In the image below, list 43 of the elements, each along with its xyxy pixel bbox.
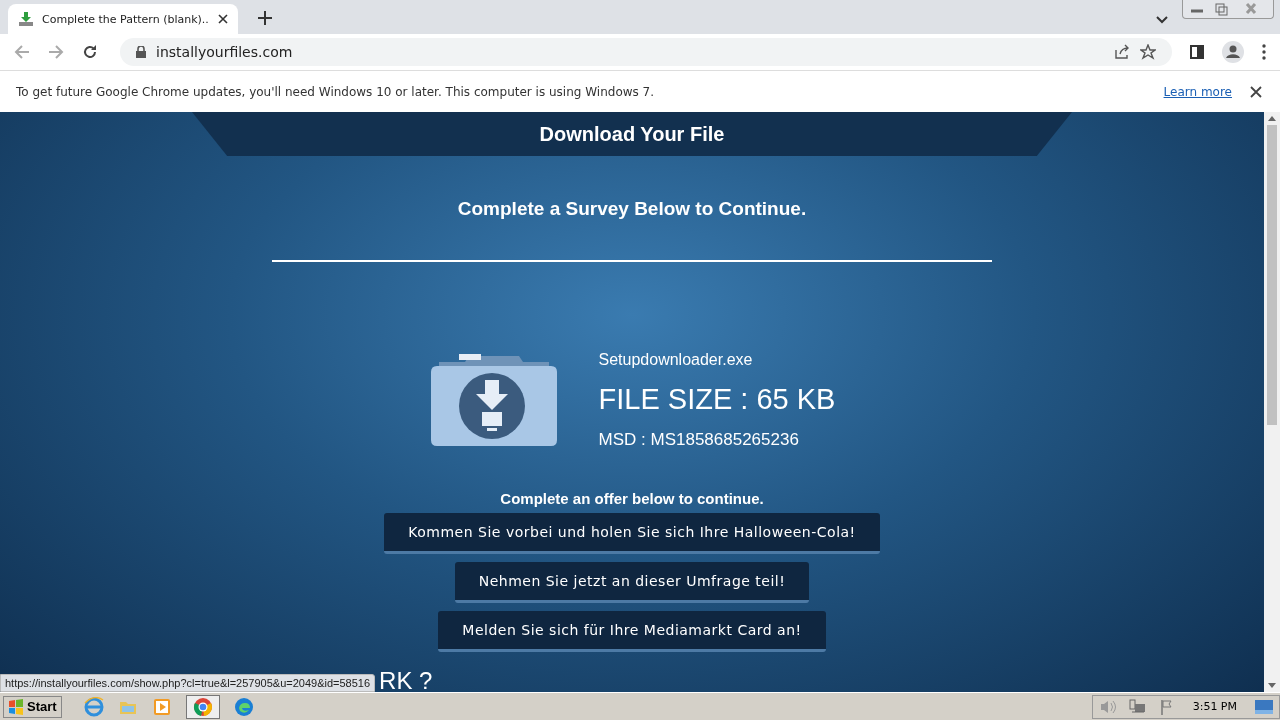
profile-icon[interactable] [1222,41,1244,63]
chrome-taskbar-button[interactable] [185,694,220,719]
download-icon [18,11,34,27]
flag-icon[interactable] [1158,698,1175,715]
star-icon[interactable] [1140,44,1156,60]
close-icon[interactable] [1250,85,1262,98]
file-id: MSD : MS1858685265236 [598,429,800,450]
scrollbar[interactable] [1264,112,1280,692]
reload-icon[interactable] [82,44,98,60]
clock: 3:51 PM [1192,700,1237,713]
update-message: To get future Google Chrome updates, you'll need Windows 10 or later. This computer is using Windows 7. [16,84,655,99]
lock-icon [136,46,146,58]
survey-heading: Complete a Survey Below to Continue. [457,198,807,220]
learn-more-link[interactable]: Learn more [1163,84,1232,99]
show-desktop-icon[interactable] [1255,699,1273,714]
edge-icon[interactable] [233,696,254,717]
close-icon[interactable] [218,14,228,24]
browser-e-icon[interactable] [83,696,104,717]
new-tab-icon[interactable] [258,11,272,25]
side-panel-icon[interactable] [1190,45,1204,59]
address-bar[interactable]: installyourfiles.com [120,38,1172,66]
network-icon[interactable] [1128,698,1147,715]
offer-button[interactable]: Melden Sie sich für Ihre Mediamarkt Card an! [438,611,826,652]
browser-tab[interactable]: Complete the Pattern (blank).. [8,4,238,34]
file-size: FILE SIZE : 65 KB [598,382,836,416]
window-controls[interactable] [1182,0,1274,19]
partial-heading: RK ? [379,670,433,692]
start-button[interactable]: Start [3,695,62,718]
file-name: Setupdownloader.exe [598,350,754,369]
scroll-down-icon[interactable] [1268,683,1276,688]
windows-logo-icon [8,698,24,715]
chevron-down-icon[interactable] [1156,16,1168,24]
forward-icon[interactable] [48,44,64,60]
page-title: Download Your File [539,122,725,146]
status-url: https://installyourfiles.com/show.php?cl=true&l=257905&u=2049&id=58516 [0,674,376,692]
media-player-icon[interactable] [151,696,172,717]
offer-button[interactable]: Nehmen Sie jetzt an dieser Umfrage teil! [454,562,810,603]
offer-prompt: Complete an offer below to continue. [500,490,764,507]
offer-button[interactable]: Kommen Sie vorbei und holen Sie sich Ihre Halloween-Cola! [384,513,880,554]
menu-icon[interactable] [1262,44,1266,60]
scroll-up-icon[interactable] [1268,116,1276,121]
back-icon[interactable] [14,44,30,60]
share-icon[interactable] [1114,44,1130,60]
